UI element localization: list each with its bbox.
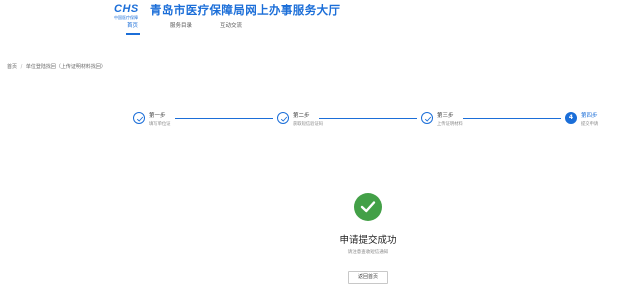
step-connector-2 [319,118,417,119]
breadcrumb-home[interactable]: 首页 [7,64,17,70]
step-connector-3 [463,118,561,119]
breadcrumb: 首页 / 单位登陆找回（上传证明材料找回） [7,64,106,71]
step-2-title: 第二步 [293,113,310,119]
step-2-check-icon [277,112,289,124]
step-connector-1 [175,118,273,119]
nav-item-home[interactable]: 首页 [127,22,138,30]
step-3-check-icon [421,112,433,124]
nav-active-indicator [126,33,140,35]
breadcrumb-separator: / [20,64,23,70]
step-4-number-badge: 4 [565,112,577,124]
step-2-subtitle: 获取短信验证码 [293,122,324,127]
result-title: 申请提交成功 [339,235,397,246]
return-home-button[interactable]: 返回首页 [348,271,388,284]
logo-subtext: 中国医疗保障 [114,15,138,20]
site-header: CHS 中国医疗保障 青岛市医疗保障局网上办事服务大厅 首页 服务目录 互动交流 [0,0,622,36]
step-1-subtitle: 填写单位证 [149,122,171,127]
step-1-check-icon [133,112,145,124]
step-1-title: 第一步 [149,113,166,119]
nav-item-interaction[interactable]: 互动交流 [220,22,242,30]
success-check-icon [354,193,382,221]
logo-mark: CHS [114,3,139,15]
result-subtitle: 请注意查收短信通知 [347,250,389,255]
site-title: 青岛市医疗保障局网上办事服务大厅 [150,3,341,17]
chs-logo[interactable]: CHS 中国医疗保障 [114,3,146,21]
breadcrumb-current: 单位登陆找回（上传证明材料找回） [25,64,106,70]
step-progress: 第一步 填写单位证 第二步 获取短信验证码 第三步 上传证明材料 4 第四步 提… [0,108,622,138]
step-4-subtitle: 提交申请 [581,122,599,127]
step-4-number: 4 [568,114,574,121]
step-4-title: 第四步 [581,113,598,119]
nav-item-service-catalog[interactable]: 服务目录 [170,22,192,30]
step-3-subtitle: 上传证明材料 [437,122,463,127]
step-3-title: 第三步 [437,113,454,119]
